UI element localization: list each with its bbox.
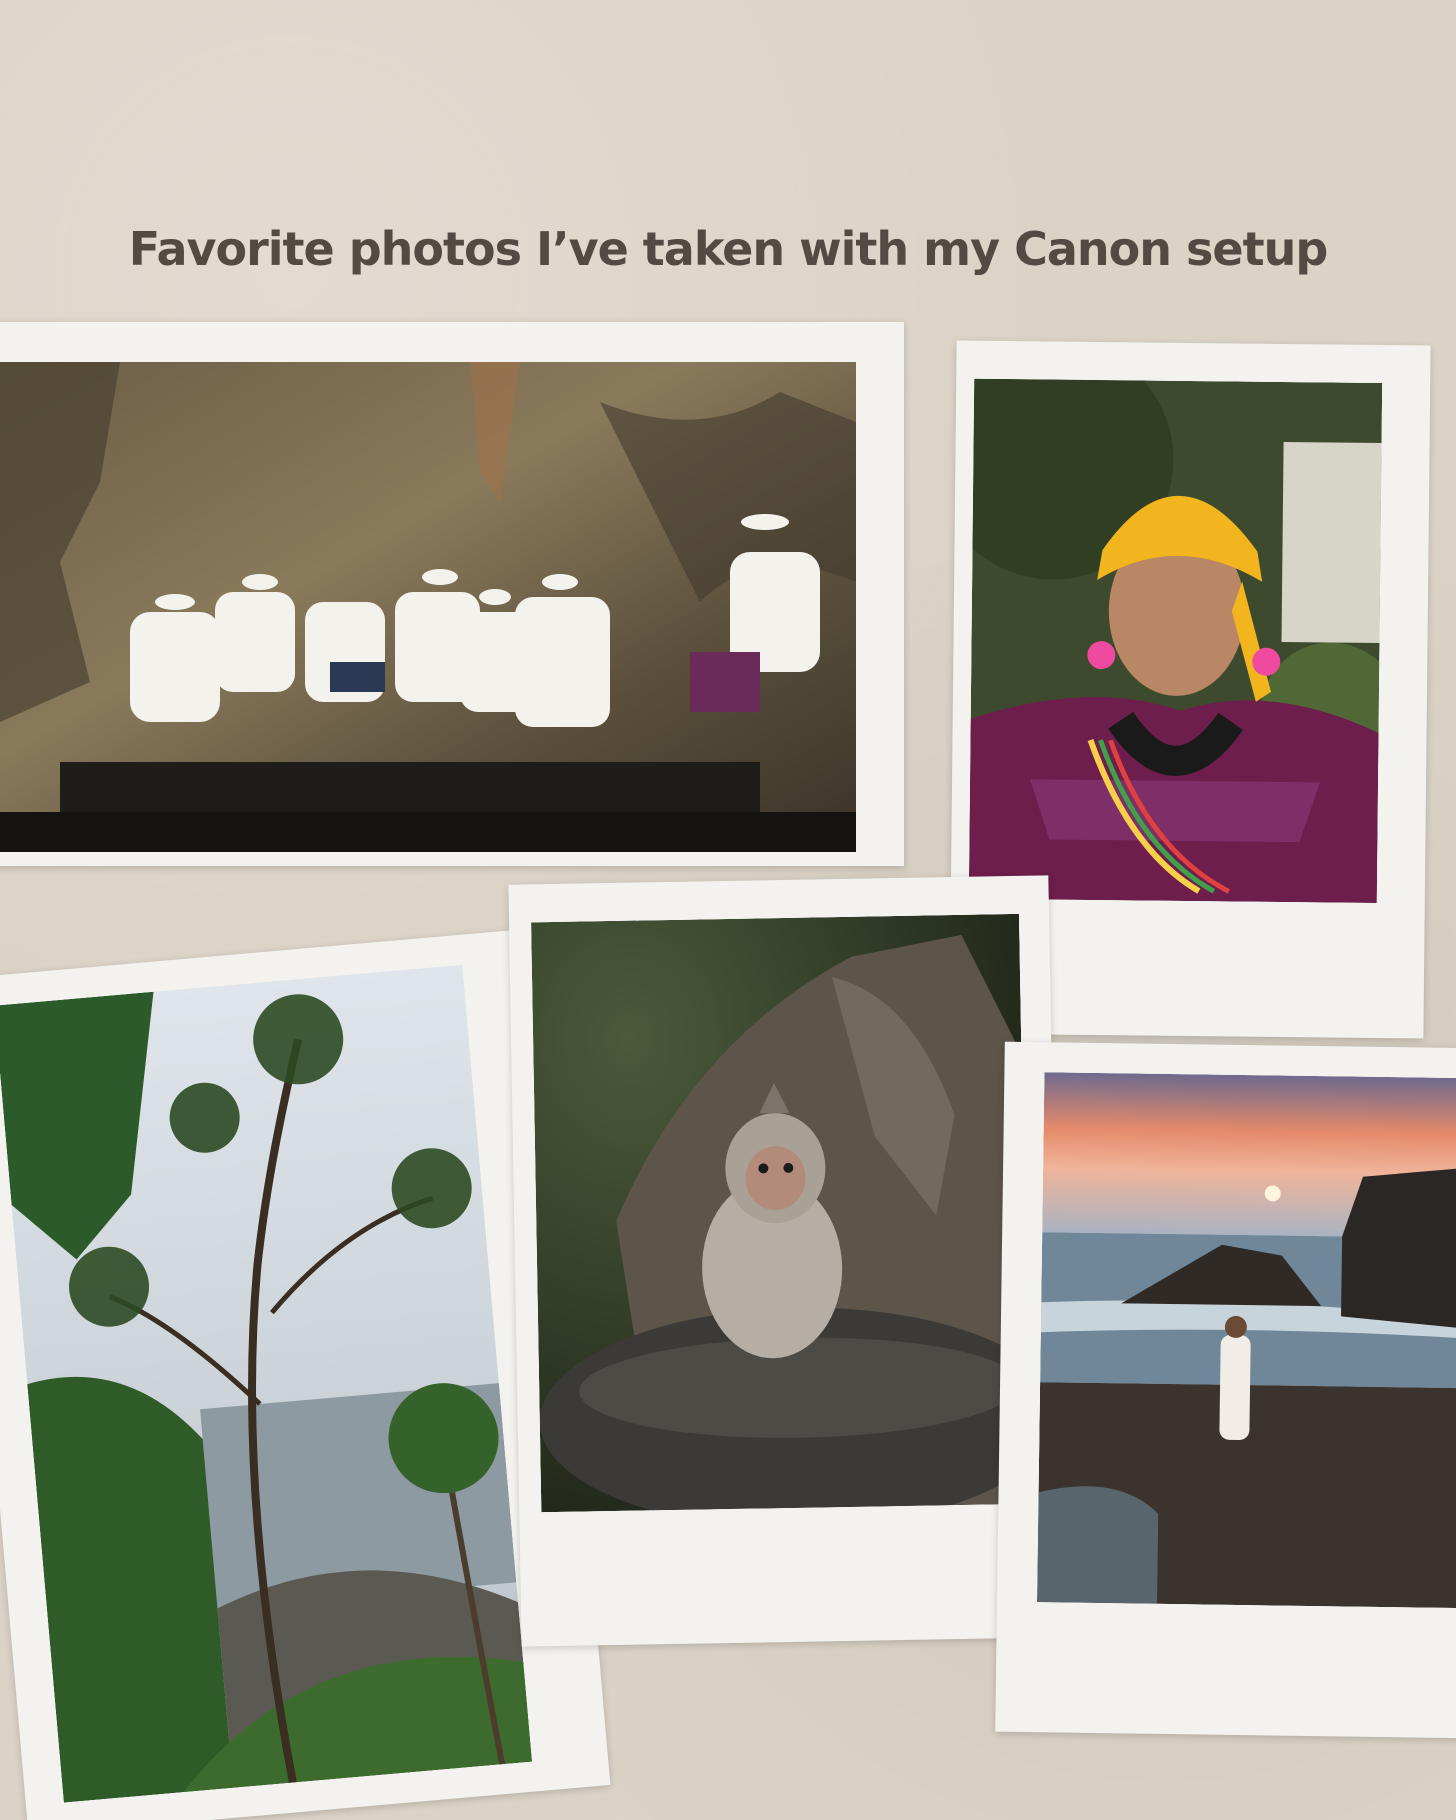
polaroid-frame-sunset [995,1041,1456,1739]
page-title: Favorite photos I’ve taken with my Canon… [128,222,1329,276]
polaroid-frame-temple-group [0,322,904,866]
polaroid-frame-monkey [508,875,1062,1647]
photo-portrait-woman [968,378,1383,903]
photo-temple-group [0,362,856,852]
photo-palm-trees-coast [0,964,533,1803]
photo-monkey [531,913,1030,1513]
photo-sunset-beach [1037,1072,1456,1609]
